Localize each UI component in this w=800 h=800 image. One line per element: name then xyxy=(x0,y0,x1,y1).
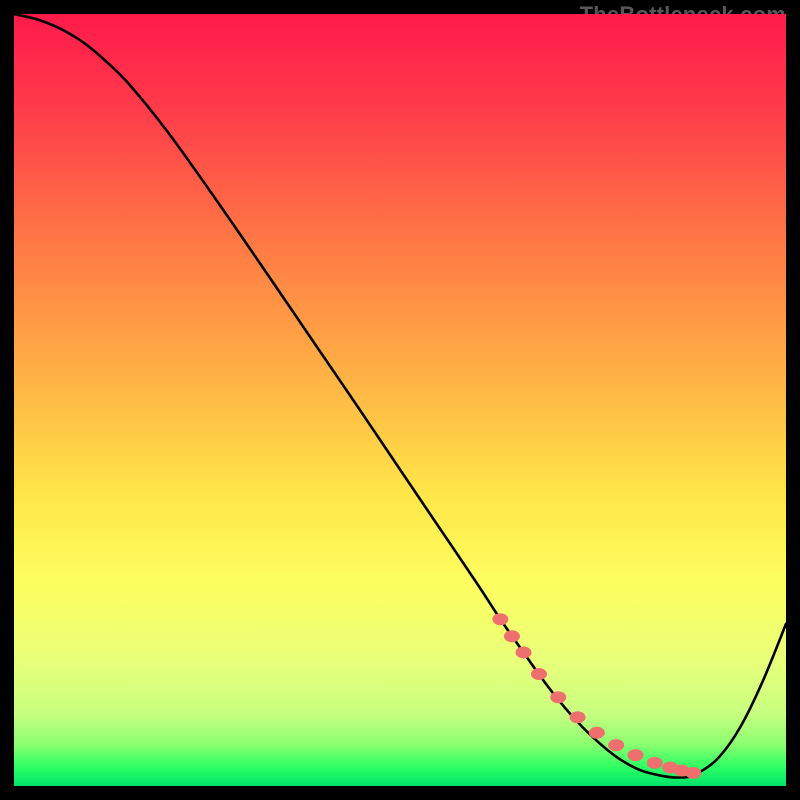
chart-frame: TheBottleneck.com xyxy=(0,0,800,800)
marker-dot xyxy=(608,739,624,751)
marker-dot xyxy=(570,711,586,723)
marker-dot xyxy=(685,767,701,779)
plot-area xyxy=(14,14,786,786)
marker-dot xyxy=(627,749,643,761)
marker-dot xyxy=(647,757,663,769)
marker-dot xyxy=(516,646,532,658)
marker-dot xyxy=(589,727,605,739)
marker-dot xyxy=(504,630,520,642)
marker-dot xyxy=(492,613,508,625)
marker-dot xyxy=(550,691,566,703)
gradient-background xyxy=(14,14,786,786)
chart-svg xyxy=(14,14,786,786)
marker-dot xyxy=(531,668,547,680)
